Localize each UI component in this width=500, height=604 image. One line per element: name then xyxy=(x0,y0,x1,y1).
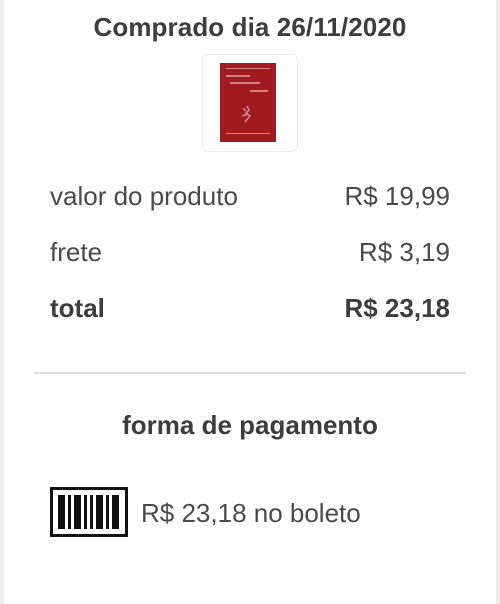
product-price-label: valor do produto xyxy=(50,181,238,211)
shipping-value: R$ 3,19 xyxy=(358,237,450,267)
section-divider xyxy=(34,372,466,374)
product-thumbnail[interactable] xyxy=(202,54,298,152)
total-row: total R$ 23,18 xyxy=(50,293,450,329)
order-details-card: Comprado dia 26/11/2020 valor do produto… xyxy=(4,0,496,604)
payment-method-heading: forma de pagamento xyxy=(122,410,378,440)
purchase-date-title: Comprado dia 26/11/2020 xyxy=(93,12,407,42)
total-value: R$ 23,18 xyxy=(344,293,450,323)
book-figure-icon xyxy=(241,105,252,123)
product-price-row: valor do produto R$ 19,99 xyxy=(50,181,450,217)
barcode-icon xyxy=(50,487,128,537)
shipping-row: frete R$ 3,19 xyxy=(50,237,450,273)
book-cover-icon xyxy=(220,63,276,142)
product-price-value: R$ 19,99 xyxy=(344,181,450,211)
total-label: total xyxy=(50,293,105,323)
payment-method-text: R$ 23,18 no boleto xyxy=(141,498,361,528)
shipping-label: frete xyxy=(50,237,103,267)
